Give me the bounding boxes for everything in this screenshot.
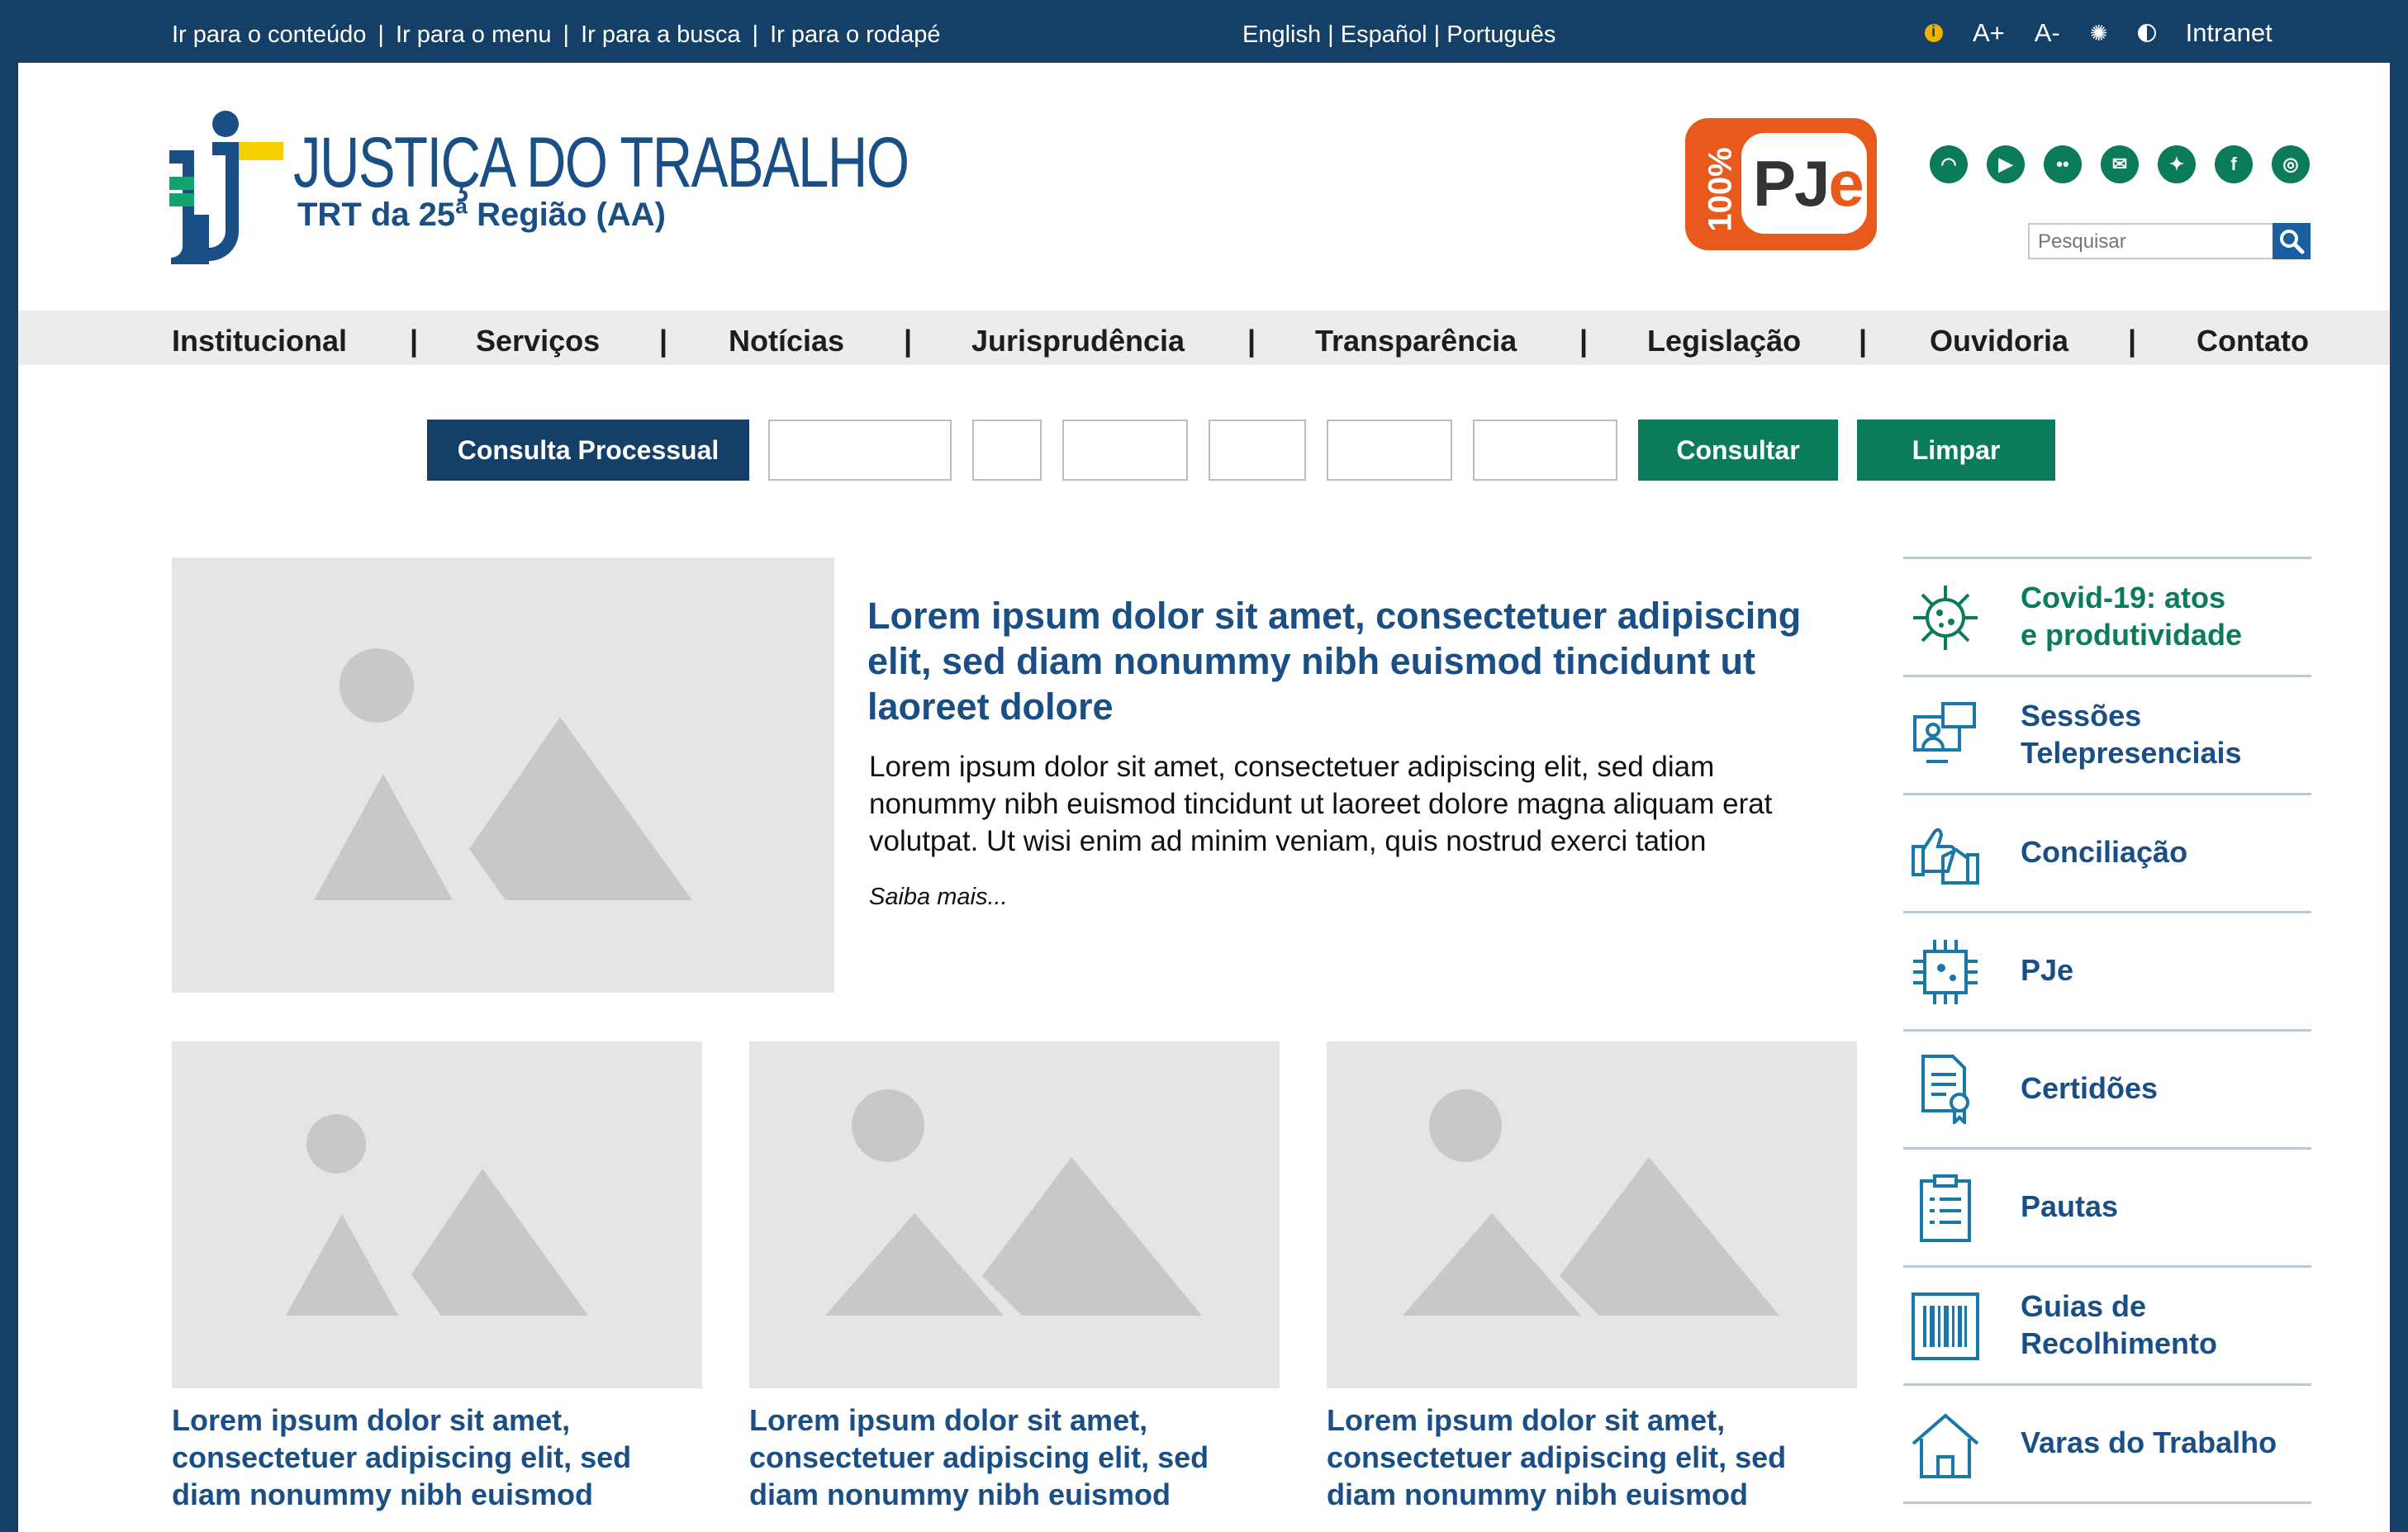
- skip-to-menu-link[interactable]: Ir para o menu: [396, 21, 552, 48]
- email-icon[interactable]: ✉: [2101, 145, 2139, 183]
- image-placeholder-icon: [825, 1089, 1202, 1316]
- clear-button[interactable]: Limpar: [1857, 420, 2055, 481]
- process-region-field[interactable]: [1327, 420, 1452, 481]
- news-card-image-3[interactable]: [1327, 1041, 1857, 1388]
- flickr-icon[interactable]: ••: [2044, 145, 2082, 183]
- pje-100-badge[interactable]: PJe 100%: [1685, 118, 1877, 250]
- side-item-pje[interactable]: PJe: [1903, 913, 2311, 1032]
- font-increase-button[interactable]: A+: [1973, 18, 2005, 48]
- clipboard-icon: [1920, 1174, 1971, 1242]
- skip-to-footer-link[interactable]: Ir para o rodapé: [770, 21, 940, 48]
- process-number-field[interactable]: [768, 420, 952, 481]
- nav-item-transparencia[interactable]: Transparência: [1315, 324, 1517, 358]
- nav-item-jurisprudencia[interactable]: Jurisprudência: [971, 324, 1185, 358]
- accessibility-info-icon[interactable]: [1925, 23, 1943, 42]
- nav-item-legislacao[interactable]: Legislação: [1647, 324, 1801, 358]
- image-placeholder-icon: [314, 648, 692, 900]
- side-item-guias[interactable]: Guias de Recolhimento: [1903, 1268, 2311, 1386]
- pje-logo-text: PJe: [1753, 147, 1864, 220]
- font-decrease-button[interactable]: A-: [2035, 18, 2060, 48]
- sign-language-icon[interactable]: ✺: [2090, 21, 2108, 46]
- language-selector[interactable]: English | Español | Português: [1242, 21, 1555, 49]
- chip-icon: [1913, 940, 1978, 1004]
- youtube-icon[interactable]: ▶: [1987, 145, 2025, 183]
- nav-item-institucional[interactable]: Institucional: [172, 324, 347, 358]
- nav-item-noticias[interactable]: Notícias: [729, 324, 844, 358]
- handshake-icon: [1912, 828, 1979, 885]
- nav-item-ouvidoria[interactable]: Ouvidoria: [1930, 324, 2068, 358]
- featured-title[interactable]: Lorem ipsum dolor sit amet, consectetuer…: [867, 593, 1834, 729]
- contrast-icon[interactable]: [2137, 24, 2156, 42]
- accessibility-bar: Ir para o conteúdo | Ir para o menu | Ir par…: [0, 0, 2408, 63]
- twitter-icon[interactable]: ✦: [2158, 145, 2196, 183]
- news-card-title-2[interactable]: Lorem ipsum dolor sit amet, consectetuer…: [749, 1402, 1286, 1513]
- intranet-link[interactable]: Intranet: [2186, 18, 2273, 48]
- nav-item-servicos[interactable]: Serviços: [476, 324, 600, 358]
- brand-subtitle: TRT da 25ª Região (AA): [297, 197, 666, 233]
- accessibility-tools: A+ A- ✺ Intranet: [1925, 18, 2302, 48]
- process-year-field[interactable]: [1062, 420, 1188, 481]
- side-item-certidoes[interactable]: Certidões: [1903, 1032, 2311, 1150]
- search-button[interactable]: [2273, 223, 2311, 259]
- side-item-conciliacao[interactable]: Conciliação: [1903, 795, 2311, 913]
- news-card-image-2[interactable]: [749, 1041, 1280, 1388]
- skip-links: Ir para o conteúdo | Ir para o menu | Ir par…: [172, 21, 941, 48]
- skip-to-search-link[interactable]: Ir para a busca: [581, 21, 740, 48]
- news-card-title-3[interactable]: Lorem ipsum dolor sit amet, consectetuer…: [1327, 1402, 1864, 1513]
- nav-item-contato[interactable]: Contato: [2197, 324, 2309, 358]
- side-item-varas[interactable]: Varas do Trabalho: [1903, 1386, 2311, 1504]
- side-item-sessoes[interactable]: Sessões Telepresenciais: [1903, 677, 2311, 795]
- pje-percent: 100%: [1702, 147, 1739, 232]
- barcode-icon: [1912, 1292, 1979, 1360]
- courthouse-icon: [1912, 1413, 1979, 1478]
- featured-image[interactable]: [172, 557, 834, 993]
- featured-read-more-link[interactable]: Saiba mais...: [869, 884, 1008, 911]
- consult-button[interactable]: Consultar: [1638, 420, 1838, 481]
- video-conference-icon: [1913, 702, 1976, 763]
- brand-title: JUSTIÇA DO TRABALHO: [293, 123, 910, 202]
- process-origin-field[interactable]: [1473, 420, 1617, 481]
- process-justice-field[interactable]: [1209, 420, 1306, 481]
- main-nav: Institucional | Serviços | Notícias | Ju…: [18, 311, 2390, 365]
- justica-do-trabalho-logo-icon[interactable]: [169, 107, 285, 264]
- image-placeholder-icon: [286, 1114, 588, 1316]
- featured-text: Lorem ipsum dolor sit amet, consectetuer…: [869, 751, 1773, 857]
- social-links: ◠ ▶ •• ✉ ✦ f ◎: [1930, 145, 2329, 183]
- rss-icon[interactable]: ◠: [1930, 145, 1968, 183]
- skip-to-content-link[interactable]: Ir para o conteúdo: [172, 21, 366, 48]
- process-search-label: Consulta Processual: [427, 420, 749, 481]
- virus-icon: [1913, 586, 1978, 650]
- instagram-icon[interactable]: ◎: [2272, 145, 2310, 183]
- side-item-covid[interactable]: Covid-19: atos e produtividade: [1903, 559, 2311, 677]
- side-item-pautas[interactable]: Pautas: [1903, 1150, 2311, 1268]
- image-placeholder-icon: [1403, 1089, 1779, 1316]
- news-card-image-1[interactable]: [172, 1041, 702, 1388]
- search-box: [2028, 223, 2311, 259]
- news-card-title-1[interactable]: Lorem ipsum dolor sit amet, consectetuer…: [172, 1402, 709, 1513]
- process-digit-field[interactable]: [972, 420, 1042, 481]
- search-icon: [2280, 230, 2305, 254]
- facebook-icon[interactable]: f: [2215, 145, 2253, 183]
- certificate-icon: [1921, 1055, 1969, 1124]
- search-input[interactable]: [2036, 228, 2271, 256]
